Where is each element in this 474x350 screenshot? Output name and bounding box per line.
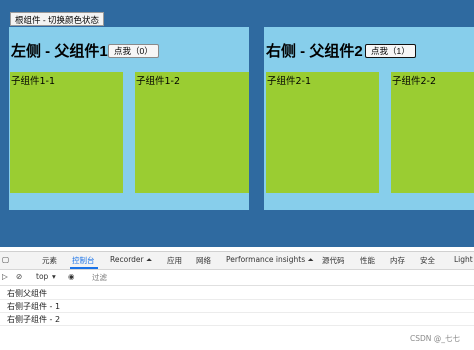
right-parent-title: 右侧 - 父组件2 [266,43,363,60]
tab-console[interactable]: 控制台 [72,255,95,266]
devtools-tab-bar: ▢ 元素 控制台 Recorder ⏶ 应用 网络 Performance in… [0,252,474,270]
left-parent-title: 左侧 - 父组件1 [11,43,108,60]
right-parent-panel: 右侧 - 父组件2 点我（1） 子组件2-1 子组件2-2 [264,27,474,210]
child-panel-1-1: 子组件1-1 [10,72,123,193]
clear-console-icon[interactable]: ⊘ [16,272,22,281]
tab-application[interactable]: 应用 [167,255,182,266]
tab-elements[interactable]: 元素 [42,255,57,266]
tab-lighthouse[interactable]: Light [454,255,473,264]
inspect-icon[interactable]: ▢ [2,255,9,264]
toggle-color-button[interactable]: 根组件 - 切换颜色状态 [10,12,105,26]
right-click-button[interactable]: 点我（1） [365,44,416,58]
divider [0,325,474,326]
app-viewport: 根组件 - 切换颜色状态 左侧 - 父组件1 点我（0） 子组件1-1 子组件1… [0,0,474,247]
child-label: 子组件2-2 [392,76,437,87]
left-parent-panel: 左侧 - 父组件1 点我（0） 子组件1-1 子组件1-2 [9,27,249,210]
eye-icon[interactable]: ◉ [68,272,75,281]
child-label: 子组件2-1 [267,76,312,87]
left-click-button[interactable]: 点我（0） [108,44,159,58]
child-label: 子组件1-1 [11,76,56,87]
console-toolbar: ▷ ⊘ top ▾ ◉ 过滤 [0,270,474,286]
divider [0,312,474,313]
tab-performance[interactable]: 性能 [360,255,375,266]
tab-performance-insights[interactable]: Performance insights ⏶ [226,255,314,265]
context-select[interactable]: top [36,272,48,281]
tab-recorder[interactable]: Recorder ⏶ [110,255,152,265]
console-line: 右侧子组件 - 2 [7,315,61,324]
child-label: 子组件1-2 [136,76,181,87]
console-line: 右侧子组件 - 1 [7,302,61,311]
child-panel-2-2: 子组件2-2 [391,72,474,193]
chevron-down-icon[interactable]: ▾ [52,272,56,281]
filter-input[interactable]: 过滤 [92,272,107,283]
active-tab-indicator [70,267,98,269]
devtools-panel: ▢ 元素 控制台 Recorder ⏶ 应用 网络 Performance in… [0,251,474,350]
watermark: CSDN @_七七 [409,334,460,343]
divider [0,299,474,300]
console-line: 右侧父组件 [7,289,47,298]
child-panel-1-2: 子组件1-2 [135,72,249,193]
tab-security[interactable]: 安全 [420,255,435,266]
tab-sources[interactable]: 源代码 [322,255,345,266]
sidebar-toggle-icon[interactable]: ▷ [2,272,8,281]
tab-memory[interactable]: 内存 [390,255,405,266]
child-panel-2-1: 子组件2-1 [266,72,379,193]
tab-network[interactable]: 网络 [196,255,211,266]
